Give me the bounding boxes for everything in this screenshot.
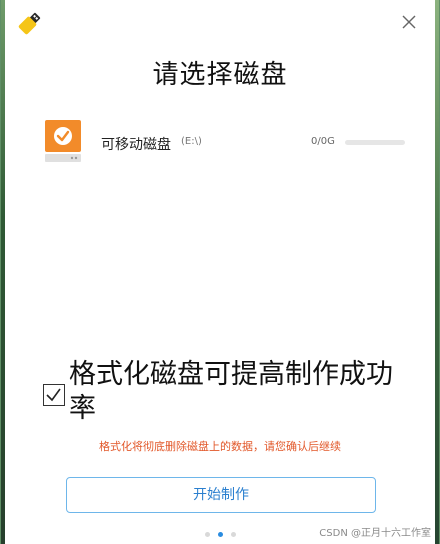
installer-window: 请选择磁盘 可移动磁盘 (E:\) 0/0G 格式化磁盘可提高制作成功率 格式化… — [0, 0, 440, 544]
close-icon[interactable] — [399, 12, 419, 32]
removable-disk-icon — [45, 120, 81, 162]
disk-capacity: 0/0G — [311, 136, 335, 147]
page-title: 请选择磁盘 — [152, 60, 288, 90]
format-warning-text: 格式化将彻底删除磁盘上的数据，请您确认后继续 — [99, 440, 341, 453]
start-button[interactable]: 开始制作 — [66, 477, 376, 513]
page-dot-2[interactable] — [217, 532, 223, 537]
watermark-text: CSDN @正月十六工作室 — [319, 528, 431, 539]
format-checkbox-label[interactable]: 格式化磁盘可提高制作成功率 — [69, 358, 399, 426]
page-dot-3[interactable] — [230, 532, 236, 537]
page-dot-1[interactable] — [204, 532, 210, 537]
format-checkbox[interactable] — [43, 384, 65, 406]
usb-stick-icon — [18, 12, 41, 35]
disk-usage-bar — [345, 140, 405, 145]
disk-list-item[interactable]: 可移动磁盘 (E:\) 0/0G — [45, 118, 405, 166]
disk-name: 可移动磁盘 — [101, 137, 171, 153]
checkmark-icon — [46, 388, 61, 402]
disk-drive-letter: (E:\) — [181, 136, 202, 147]
